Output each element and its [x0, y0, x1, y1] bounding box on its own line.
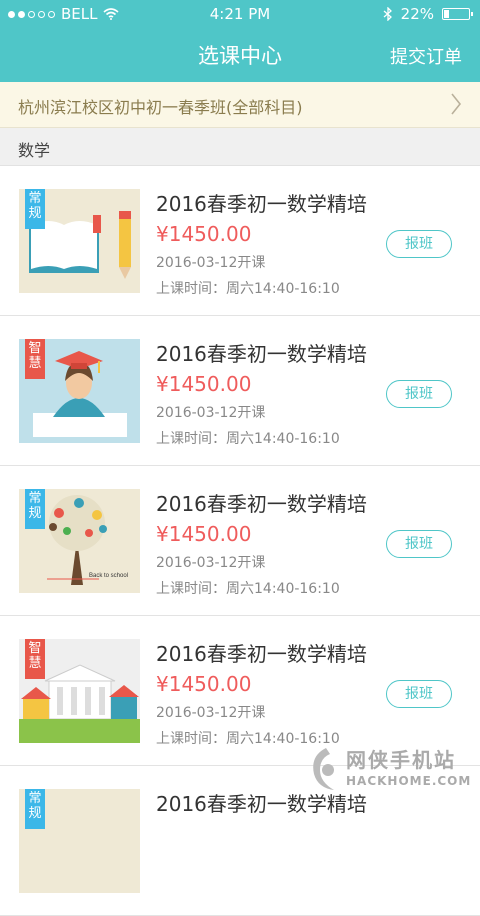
- watermark-en: HACKHOME.COM: [346, 774, 472, 788]
- course-start-date: 2016-03-12开课: [156, 555, 266, 571]
- course-price: ¥1450.00: [156, 372, 252, 396]
- watermark: 网侠手机站 HACKHOME.COM: [306, 744, 474, 796]
- course-schedule: 上课时间：周六14:40-16:10: [156, 281, 340, 297]
- course-schedule: 上课时间：周六14:40-16:10: [156, 431, 340, 447]
- nav-bar: 选课中心 提交订单: [0, 28, 480, 82]
- course-start-date: 2016-03-12开课: [156, 255, 266, 271]
- course-thumbnail: 常规: [19, 189, 140, 293]
- course-title: 2016春季初一数学精培: [156, 192, 367, 216]
- thumb-caption: Back to school: [89, 573, 128, 579]
- course-item[interactable]: 智慧 2016春季初一数学精培 ¥1450.00 2016-03-12开课 上课…: [0, 316, 480, 466]
- chevron-right-icon: [451, 93, 462, 115]
- course-price: ¥1450.00: [156, 522, 252, 546]
- status-right: 22%: [383, 5, 473, 23]
- hackhome-logo-icon: [313, 748, 334, 790]
- course-thumbnail: 智慧: [19, 639, 140, 743]
- campus-selector[interactable]: 杭州滨江校区初中初一春季班(全部科目): [0, 82, 480, 128]
- course-tag: 智慧: [25, 639, 45, 679]
- course-start-date: 2016-03-12开课: [156, 405, 266, 421]
- battery-icon: [442, 8, 473, 20]
- course-title: 2016春季初一数学精培: [156, 642, 367, 666]
- enroll-button[interactable]: 报班: [386, 680, 452, 708]
- bluetooth-icon: [383, 7, 392, 21]
- course-tag: 智慧: [25, 339, 45, 379]
- status-bar: BELL 4:21 PM 22%: [0, 0, 480, 28]
- course-item[interactable]: 常规 2016春季初一数学精培 ¥1450.00 2016-03-12开课 上课…: [0, 166, 480, 316]
- course-start-date: 2016-03-12开课: [156, 705, 266, 721]
- enroll-button[interactable]: 报班: [386, 530, 452, 558]
- section-header: 数学: [0, 128, 480, 166]
- course-title: 2016春季初一数学精培: [156, 492, 367, 516]
- course-price: ¥1450.00: [156, 222, 252, 246]
- enroll-button[interactable]: 报班: [386, 380, 452, 408]
- course-item[interactable]: Back to school 常规 2016春季初一数学精培 ¥1450.00 …: [0, 466, 480, 616]
- campus-label: 杭州滨江校区初中初一春季班(全部科目): [18, 98, 303, 117]
- course-title: 2016春季初一数学精培: [156, 342, 367, 366]
- course-thumbnail: 常规: [19, 789, 140, 893]
- watermark-cn: 网侠手机站: [346, 748, 456, 772]
- course-schedule: 上课时间：周六14:40-16:10: [156, 581, 340, 597]
- course-price: ¥1450.00: [156, 672, 252, 696]
- course-tag: 常规: [25, 789, 45, 829]
- submit-order-button[interactable]: 提交订单: [390, 43, 462, 69]
- course-thumbnail: Back to school 常规: [19, 489, 140, 593]
- section-title: 数学: [18, 141, 51, 160]
- course-tag: 常规: [25, 189, 45, 229]
- enroll-button[interactable]: 报班: [386, 230, 452, 258]
- battery-percent: 22%: [400, 5, 434, 23]
- course-tag: 常规: [25, 489, 45, 529]
- course-thumbnail: 智慧: [19, 339, 140, 443]
- course-list: 常规 2016春季初一数学精培 ¥1450.00 2016-03-12开课 上课…: [0, 166, 480, 916]
